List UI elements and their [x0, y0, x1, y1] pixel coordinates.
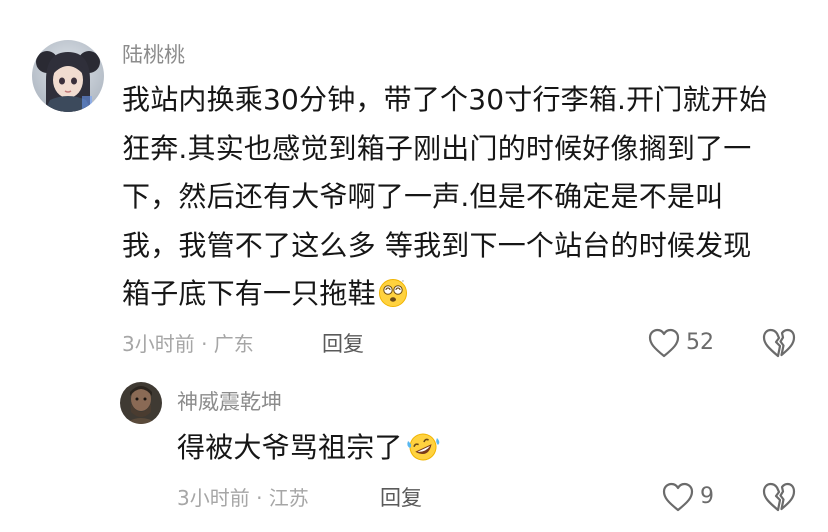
rolling-laughing-emoji [405, 429, 441, 478]
comment-text-line: 狂奔.其实也感觉到箱子刚出门的时候好像搁到了一 [122, 131, 752, 165]
avatar[interactable] [32, 40, 104, 112]
comment-text-line: 我站内换乘30分钟，带了个30寸行李箱.开门就开始 [122, 83, 768, 116]
reply-button[interactable]: 回复 [380, 484, 422, 512]
avatar[interactable] [120, 382, 162, 424]
comment-text-segment: 得被大爷骂祖宗了 [177, 431, 403, 464]
comment-meta: 3小时前 · 广东 [122, 332, 254, 356]
like-button[interactable]: 52 [648, 328, 714, 358]
comment-text-line: 箱子底下有一只拖鞋 ' [122, 270, 767, 324]
comment-text-segment: 箱子底下有一只拖鞋 [122, 277, 376, 310]
dislike-button[interactable] [762, 482, 796, 516]
comment-item: 陆桃桃 我站内换乘30分钟，带了个30寸行李箱.开门就开始 狂奔.其实也感觉到箱… [0, 0, 828, 370]
svg-text:': ' [402, 279, 404, 287]
heart-outline-icon [648, 328, 680, 358]
username[interactable]: 陆桃桃 [122, 41, 185, 69]
comment-text: 我站内换乘30分钟，带了个30寸行李箱.开门就开始 狂奔.其实也感觉到箱子刚出门… [122, 76, 767, 324]
comment-text-line: 下，然后还有大爷啊了一声.但是不确定是不是叫 [122, 180, 724, 213]
comment-text-line: 我，我管不了这么多 等我到下一个站台的时候发现 [122, 228, 752, 262]
like-count: 9 [700, 484, 714, 509]
heart-outline-icon [662, 482, 694, 512]
dislike-button[interactable] [762, 328, 796, 362]
comment-text-line: 得被大爷骂祖宗了 [177, 424, 441, 478]
broken-heart-outline-icon [762, 482, 796, 512]
dizzy-face-emoji: ' [378, 275, 408, 324]
comment-meta: 3小时前 · 江苏 [177, 486, 309, 510]
like-count: 52 [686, 330, 714, 355]
reply-button[interactable]: 回复 [322, 330, 364, 358]
reply-item: 神威震乾坤 得被大爷骂祖宗了 3小时前 · 江苏 回复 9 [0, 370, 828, 532]
username[interactable]: 神威震乾坤 [177, 388, 282, 416]
comment-text: 得被大爷骂祖宗了 [177, 424, 441, 478]
like-button[interactable]: 9 [662, 482, 714, 512]
broken-heart-outline-icon [762, 328, 796, 358]
